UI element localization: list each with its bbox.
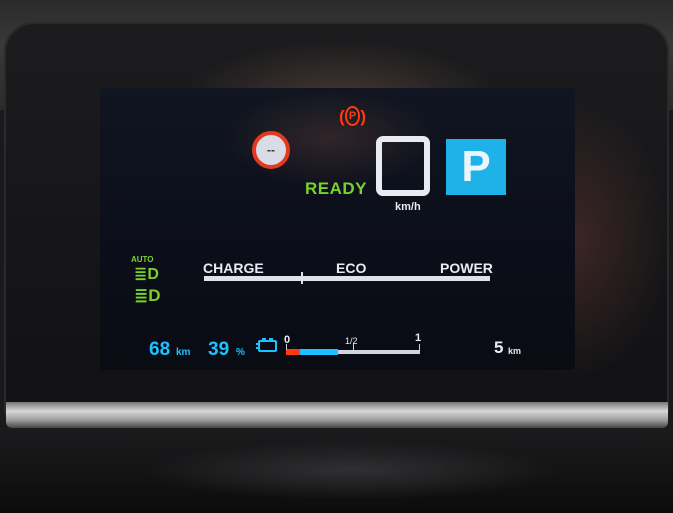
- battery-gauge-tick: [286, 344, 287, 350]
- trip-distance-value: 5: [494, 338, 504, 357]
- parking-brake-warning-icon: (P): [339, 106, 366, 126]
- range-value: 68: [149, 339, 171, 360]
- battery-scale-half: 1/2: [345, 336, 358, 346]
- chrome-trim: [6, 402, 668, 428]
- power-meter-bar: [204, 276, 490, 281]
- battery-gauge-tick: [353, 344, 354, 350]
- range-unit: km: [176, 347, 191, 358]
- auto-headlight-label: AUTO: [131, 255, 154, 264]
- power-meter-label-eco: ECO: [336, 260, 367, 276]
- instrument-display: (P) -- READY km/h P AUTO ≣D ≣D CHARGE EC…: [100, 88, 575, 370]
- speed-readout: [376, 136, 430, 196]
- ready-status: READY: [305, 179, 368, 198]
- power-meter-needle: [301, 272, 303, 284]
- power-meter-label-power: POWER: [440, 260, 493, 276]
- battery-gauge-low-zone: [286, 349, 300, 355]
- power-meter-label-charge: CHARGE: [203, 260, 264, 276]
- low-beam-headlight-icon: ≣D: [134, 286, 161, 305]
- trip-distance-unit: km: [508, 346, 522, 356]
- steering-column-shadow: [140, 440, 560, 500]
- speed-unit: km/h: [395, 201, 421, 213]
- auto-headlight-icon: ≣D: [134, 266, 159, 283]
- battery-percent-unit: %: [236, 347, 245, 358]
- battery-gauge-tick: [419, 344, 420, 350]
- battery-scale-empty: 0: [284, 334, 291, 346]
- gear-indicator: P: [446, 139, 506, 195]
- speed-limit-value: --: [267, 143, 275, 157]
- battery-scale-full: 1: [415, 332, 422, 344]
- battery-icon: [256, 337, 278, 353]
- parking-brake-letter: P: [344, 106, 361, 126]
- battery-percent: 39: [208, 339, 230, 360]
- speed-limit-sign-icon: --: [252, 131, 290, 169]
